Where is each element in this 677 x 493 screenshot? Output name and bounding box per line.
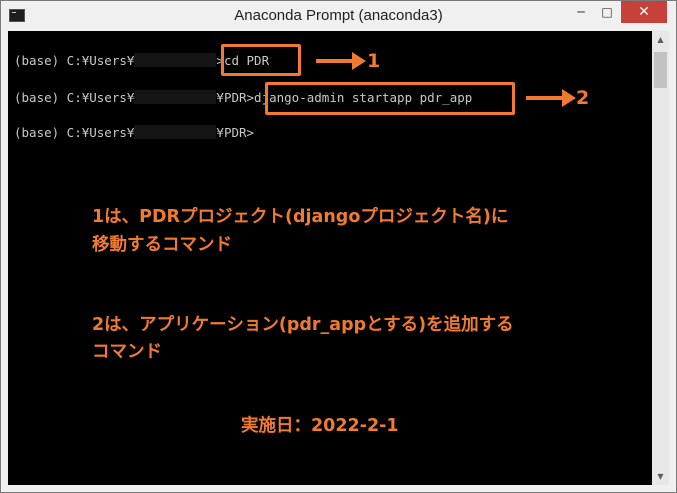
minimize-button[interactable]: ─ xyxy=(568,1,594,23)
scroll-down-icon[interactable]: ▼ xyxy=(652,468,669,485)
execution-date: 実施日：2022-2-1 xyxy=(241,416,399,436)
marker-label-1: 1 xyxy=(367,50,381,72)
arrow-right-icon xyxy=(316,46,366,76)
redacted-username xyxy=(134,125,217,139)
redacted-username xyxy=(134,53,217,67)
scrollbar-thumb[interactable] xyxy=(654,52,667,88)
arrow-right-icon xyxy=(526,83,576,113)
prompt-subdir: ¥PDR xyxy=(216,125,247,140)
close-button[interactable]: ✕ xyxy=(621,1,667,23)
annotation-2-line-1: 2は、アプリケーション(pdr_appとする)を追加する xyxy=(92,315,514,335)
anaconda-prompt-window: Anaconda Prompt (anaconda3) ─ □ ✕ (base)… xyxy=(0,0,677,493)
prompt-path: (base) C:¥Users¥ xyxy=(14,90,135,105)
annotation-2-line-2: コマンド xyxy=(92,342,162,362)
title-bar[interactable]: Anaconda Prompt (anaconda3) ─ □ ✕ xyxy=(1,1,676,31)
terminal-line: (base) C:¥Users¥ ¥PDR> xyxy=(14,124,254,142)
prompt-path: (base) C:¥Users¥ xyxy=(14,53,135,68)
command-text: > xyxy=(246,125,255,140)
marker-label-2: 2 xyxy=(576,87,590,109)
annotation-1-line-2: 移動するコマンド xyxy=(92,235,232,255)
highlight-box-command-2 xyxy=(265,82,515,115)
terminal-console[interactable]: (base) C:¥Users¥ >cd PDR (base) C:¥Users¥… xyxy=(8,31,652,485)
prompt-subdir: ¥PDR xyxy=(216,90,247,105)
annotation-1-line-1: 1は、PDRプロジェクト(djangoプロジェクト名)に xyxy=(92,207,509,227)
highlight-box-command-1 xyxy=(221,44,301,76)
redacted-username xyxy=(134,90,217,104)
scroll-up-icon[interactable]: ▲ xyxy=(652,31,669,48)
prompt-path: (base) C:¥Users¥ xyxy=(14,125,135,140)
maximize-button[interactable]: □ xyxy=(594,1,620,23)
vertical-scrollbar[interactable]: ▲ ▼ xyxy=(652,31,669,485)
